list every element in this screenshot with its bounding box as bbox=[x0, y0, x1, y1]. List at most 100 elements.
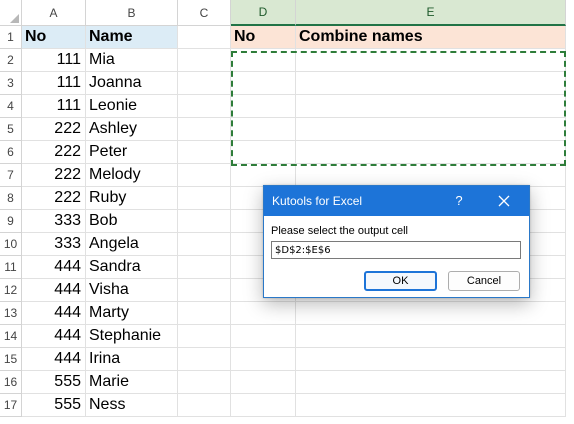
output-range-input[interactable] bbox=[271, 241, 521, 259]
row-header-16[interactable]: 16 bbox=[0, 371, 22, 394]
cell-a4[interactable]: 111 bbox=[22, 95, 86, 118]
row-header-8[interactable]: 8 bbox=[0, 187, 22, 210]
cell-c4[interactable] bbox=[178, 95, 231, 118]
cell-b4[interactable]: Leonie bbox=[86, 95, 178, 118]
cell-c13[interactable] bbox=[178, 302, 231, 325]
row-header-11[interactable]: 11 bbox=[0, 256, 22, 279]
ok-button[interactable]: OK bbox=[364, 271, 437, 291]
cell-c10[interactable] bbox=[178, 233, 231, 256]
row-header-13[interactable]: 13 bbox=[0, 302, 22, 325]
cell-e4[interactable] bbox=[296, 95, 566, 118]
cell-e13[interactable] bbox=[296, 302, 566, 325]
row-header-1[interactable]: 1 bbox=[0, 26, 22, 49]
cell-a2[interactable]: 111 bbox=[22, 49, 86, 72]
cell-b12[interactable]: Visha bbox=[86, 279, 178, 302]
row-header-15[interactable]: 15 bbox=[0, 348, 22, 371]
row-header-2[interactable]: 2 bbox=[0, 49, 22, 72]
cell-b17[interactable]: Ness bbox=[86, 394, 178, 417]
cell-a15[interactable]: 444 bbox=[22, 348, 86, 371]
cell-a1[interactable]: No bbox=[22, 26, 86, 49]
cell-b2[interactable]: Mia bbox=[86, 49, 178, 72]
cell-c9[interactable] bbox=[178, 210, 231, 233]
row-header-12[interactable]: 12 bbox=[0, 279, 22, 302]
row-header-9[interactable]: 9 bbox=[0, 210, 22, 233]
cell-b14[interactable]: Stephanie bbox=[86, 325, 178, 348]
cell-e5[interactable] bbox=[296, 118, 566, 141]
cell-b7[interactable]: Melody bbox=[86, 164, 178, 187]
cell-e2[interactable] bbox=[296, 49, 566, 72]
cell-b5[interactable]: Ashley bbox=[86, 118, 178, 141]
row-header-3[interactable]: 3 bbox=[0, 72, 22, 95]
cell-b15[interactable]: Irina bbox=[86, 348, 178, 371]
cell-c1[interactable] bbox=[178, 26, 231, 49]
cell-d3[interactable] bbox=[231, 72, 296, 95]
cell-c15[interactable] bbox=[178, 348, 231, 371]
cell-e1[interactable]: Combine names bbox=[296, 26, 566, 49]
cell-c8[interactable] bbox=[178, 187, 231, 210]
cell-a3[interactable]: 111 bbox=[22, 72, 86, 95]
cell-e16[interactable] bbox=[296, 371, 566, 394]
row-header-6[interactable]: 6 bbox=[0, 141, 22, 164]
cell-b16[interactable]: Marie bbox=[86, 371, 178, 394]
cell-c16[interactable] bbox=[178, 371, 231, 394]
row-header-7[interactable]: 7 bbox=[0, 164, 22, 187]
cell-c17[interactable] bbox=[178, 394, 231, 417]
cell-c2[interactable] bbox=[178, 49, 231, 72]
cell-d13[interactable] bbox=[231, 302, 296, 325]
cell-b8[interactable]: Ruby bbox=[86, 187, 178, 210]
cell-d16[interactable] bbox=[231, 371, 296, 394]
column-header-c[interactable]: C bbox=[178, 0, 231, 26]
cell-e3[interactable] bbox=[296, 72, 566, 95]
cell-b1[interactable]: Name bbox=[86, 26, 178, 49]
cell-c3[interactable] bbox=[178, 72, 231, 95]
cell-c6[interactable] bbox=[178, 141, 231, 164]
column-header-e[interactable]: E bbox=[296, 0, 566, 26]
cell-a8[interactable]: 222 bbox=[22, 187, 86, 210]
cell-a17[interactable]: 555 bbox=[22, 394, 86, 417]
cell-c11[interactable] bbox=[178, 256, 231, 279]
cell-c5[interactable] bbox=[178, 118, 231, 141]
cell-a10[interactable]: 333 bbox=[22, 233, 86, 256]
cell-a13[interactable]: 444 bbox=[22, 302, 86, 325]
cell-b9[interactable]: Bob bbox=[86, 210, 178, 233]
cell-c12[interactable] bbox=[178, 279, 231, 302]
cell-e15[interactable] bbox=[296, 348, 566, 371]
cell-e17[interactable] bbox=[296, 394, 566, 417]
dialog-title-bar[interactable]: Kutools for Excel ? bbox=[264, 186, 529, 216]
cell-d6[interactable] bbox=[231, 141, 296, 164]
row-header-4[interactable]: 4 bbox=[0, 95, 22, 118]
cell-a9[interactable]: 333 bbox=[22, 210, 86, 233]
cell-b13[interactable]: Marty bbox=[86, 302, 178, 325]
close-button[interactable] bbox=[494, 192, 514, 210]
cell-c7[interactable] bbox=[178, 164, 231, 187]
cell-a5[interactable]: 222 bbox=[22, 118, 86, 141]
column-header-d[interactable]: D bbox=[231, 0, 296, 26]
cell-d1[interactable]: No bbox=[231, 26, 296, 49]
cell-a6[interactable]: 222 bbox=[22, 141, 86, 164]
cell-d2[interactable] bbox=[231, 49, 296, 72]
row-header-5[interactable]: 5 bbox=[0, 118, 22, 141]
cell-a16[interactable]: 555 bbox=[22, 371, 86, 394]
cell-b3[interactable]: Joanna bbox=[86, 72, 178, 95]
cell-c14[interactable] bbox=[178, 325, 231, 348]
cell-a14[interactable]: 444 bbox=[22, 325, 86, 348]
cell-d7[interactable] bbox=[231, 164, 296, 187]
cell-d14[interactable] bbox=[231, 325, 296, 348]
row-header-14[interactable]: 14 bbox=[0, 325, 22, 348]
cell-d15[interactable] bbox=[231, 348, 296, 371]
column-header-b[interactable]: B bbox=[86, 0, 178, 26]
row-header-17[interactable]: 17 bbox=[0, 394, 22, 417]
cell-b10[interactable]: Angela bbox=[86, 233, 178, 256]
cell-a12[interactable]: 444 bbox=[22, 279, 86, 302]
help-button[interactable]: ? bbox=[449, 192, 469, 210]
cell-d17[interactable] bbox=[231, 394, 296, 417]
cell-d5[interactable] bbox=[231, 118, 296, 141]
cell-a7[interactable]: 222 bbox=[22, 164, 86, 187]
cell-b6[interactable]: Peter bbox=[86, 141, 178, 164]
cell-b11[interactable]: Sandra bbox=[86, 256, 178, 279]
column-header-a[interactable]: A bbox=[22, 0, 86, 26]
cell-e6[interactable] bbox=[296, 141, 566, 164]
select-all-corner[interactable] bbox=[0, 0, 22, 26]
cell-e14[interactable] bbox=[296, 325, 566, 348]
row-header-10[interactable]: 10 bbox=[0, 233, 22, 256]
